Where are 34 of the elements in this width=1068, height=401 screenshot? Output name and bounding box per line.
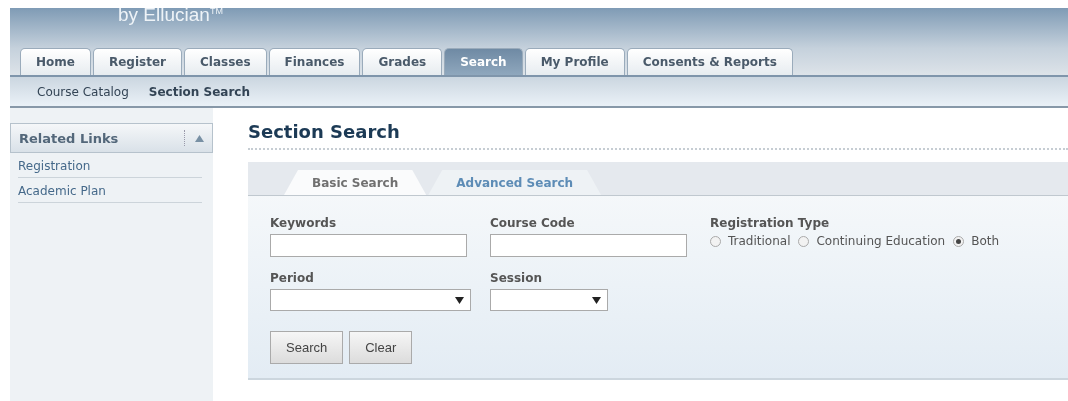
course-code-field[interactable] [490,234,687,257]
keywords-field[interactable] [270,234,467,257]
sidebar-link[interactable]: Academic Plan [18,178,202,203]
caret-icon [592,296,601,304]
field-label: Course Code [490,216,576,230]
search-tab[interactable]: Basic Search [284,170,427,195]
field-label: Keywords [270,216,338,230]
radio-label: Both [971,234,1000,248]
form-button[interactable]: Clear [349,331,413,364]
nav-tab[interactable]: My Profile [524,48,625,75]
brand-text: by Ellucian$^{TM}$ [118,4,224,26]
page-title: Section Search [248,121,1068,150]
radio-label: Continuing Education [816,234,946,248]
session-dropdown[interactable] [490,289,608,311]
nav-tab[interactable]: Grades [362,48,443,75]
nav-tab[interactable]: Classes [183,48,267,75]
nav-tab[interactable]: Home [20,48,91,75]
period-dropdown[interactable] [270,289,471,311]
form-button[interactable]: Search [270,331,344,364]
radio-button[interactable] [953,235,965,247]
nav-tab[interactable]: Finances [268,48,361,75]
radio-button[interactable] [710,235,721,247]
nav-tab[interactable]: Register [92,48,182,75]
subnav-link[interactable]: Course Catalog [37,84,129,99]
field-label: Period [270,271,315,285]
radio-button[interactable] [798,235,810,247]
sidebar-title: Related Links [19,130,119,146]
field-label: Registration Type [710,216,831,230]
radio-label: Traditional [728,234,791,248]
field-label: Session [490,271,543,285]
nav-tab[interactable]: Consents & Reports [626,48,793,75]
sidebar-link[interactable]: Registration [18,153,202,178]
caret-icon [455,296,464,304]
subnav-link[interactable]: Section Search [148,84,250,99]
